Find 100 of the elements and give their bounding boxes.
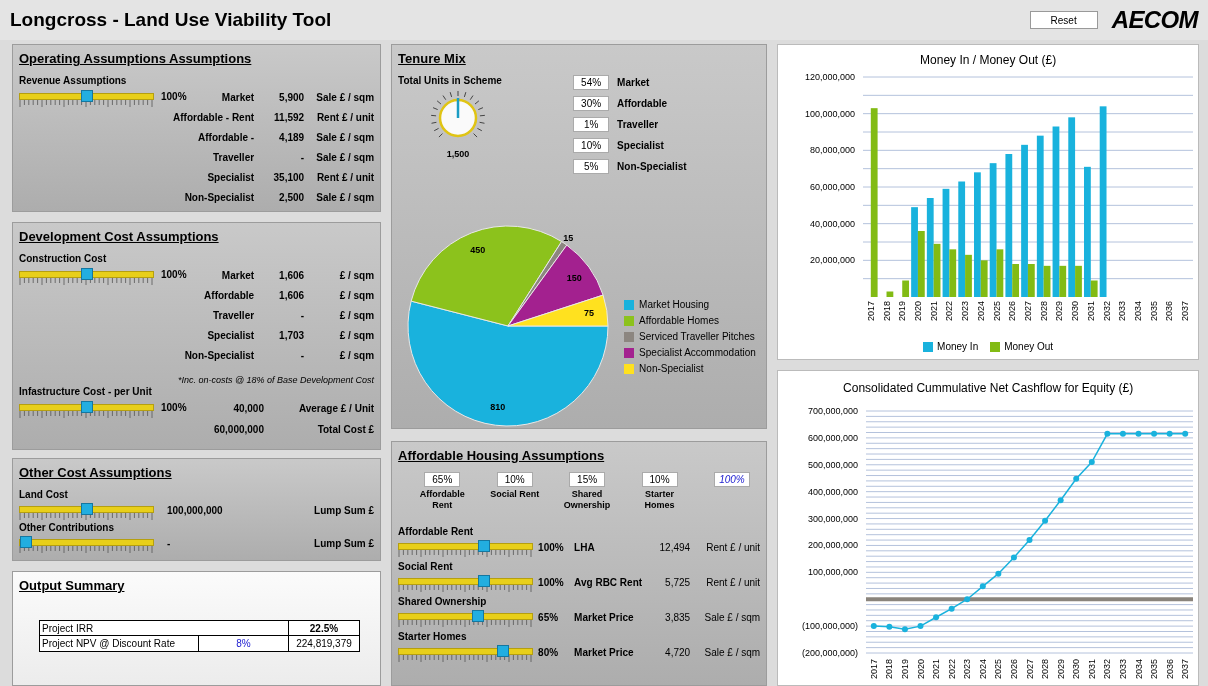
slider-track[interactable] (19, 403, 154, 411)
tick-label: 2028 (1040, 659, 1051, 680)
tick-label: 2019 (900, 659, 911, 680)
slider-track[interactable] (19, 505, 154, 513)
slider-reading: 100% (161, 89, 187, 104)
tick-label: 60,000,000 (810, 182, 856, 192)
row-label: Non-Specialist (184, 350, 255, 361)
value-field[interactable]: 5% (573, 158, 610, 174)
row-value: 3,835 (665, 612, 691, 623)
tick-label: 2026 (1009, 659, 1020, 680)
tick-label: 80,000,000 (810, 145, 856, 156)
data-point (1088, 459, 1095, 466)
row-value: 40,000 (233, 403, 264, 414)
data-point (1120, 430, 1127, 437)
value-field[interactable]: 15% (569, 471, 606, 487)
data-point (1135, 430, 1142, 437)
panel-title: Output Summary (19, 577, 126, 595)
value-field[interactable]: 65% (424, 471, 461, 487)
slider-track[interactable] (398, 577, 534, 585)
rate-field[interactable]: 8% (199, 635, 289, 651)
slider-reading: 100% (161, 267, 187, 282)
tick-label: 2020 (913, 301, 924, 322)
data-point (1104, 430, 1111, 437)
tick-label: 2036 (1164, 301, 1175, 322)
row-unit: Rent £ / unit (316, 172, 375, 183)
data-point (964, 596, 971, 603)
slider-track[interactable] (19, 538, 154, 546)
row-label: Market Price (574, 611, 635, 625)
legend-label: Affordable Homes (639, 314, 719, 328)
data-point (870, 623, 877, 630)
slider-reading: 65% (538, 611, 560, 625)
row-value: 100,000,000 (167, 505, 223, 516)
tick-label: 2030 (1070, 301, 1081, 322)
data-point (979, 583, 986, 590)
row-unit: Sale £ / sqm (316, 132, 375, 143)
legend-swatch (624, 347, 635, 358)
row-value: 2,500 (279, 192, 305, 203)
row-label: Market (221, 92, 255, 103)
row-value: 5,900 (279, 92, 305, 103)
legend-label: Non-Specialist (639, 362, 704, 376)
slider-track[interactable] (19, 92, 154, 100)
panel-title: Tenure Mix (398, 50, 467, 68)
tick-label: 2018 (884, 659, 895, 680)
row-label: Specialist (207, 330, 255, 341)
legend-label: Specialist Accommodation (639, 346, 756, 360)
slider-track[interactable] (19, 270, 154, 278)
slider-reading: 100% (538, 541, 565, 555)
value-field[interactable]: 10% (573, 137, 610, 153)
slider-thumb[interactable] (472, 609, 485, 622)
slider-thumb[interactable] (81, 400, 93, 413)
slider-thumb[interactable] (478, 574, 491, 587)
slider-track[interactable] (398, 647, 534, 655)
value-field[interactable]: 10% (641, 471, 678, 487)
bar (886, 291, 894, 297)
section-label: Social Rent (398, 559, 454, 574)
slider-thumb[interactable] (20, 535, 32, 548)
section-label: Starter Homes (398, 629, 468, 644)
tick-label: 2025 (993, 659, 1004, 680)
tick-label: 2037 (1180, 301, 1191, 322)
tick-label: 500,000,000 (808, 459, 859, 470)
slider-thumb[interactable] (496, 644, 509, 657)
data-point (1151, 430, 1158, 437)
slider-thumb[interactable] (478, 539, 491, 552)
tick-label: 40,000,000 (810, 218, 856, 229)
row-label: Market (221, 270, 255, 281)
value-field[interactable]: 100% (713, 471, 750, 487)
tick-label: 2030 (1071, 659, 1082, 680)
value-field[interactable]: 10% (496, 471, 533, 487)
row-unit: Rent £ / unit (316, 112, 375, 123)
row-value: 5,725 (665, 577, 691, 588)
tick-label: 300,000,000 (808, 513, 859, 524)
share-label: Market (617, 75, 650, 90)
row-unit: £ / sqm (339, 350, 375, 361)
tick-label: 2027 (1023, 301, 1034, 322)
value-field[interactable]: 1% (573, 116, 610, 132)
reset-button[interactable]: Reset (1029, 11, 1098, 29)
slider-track[interactable] (398, 612, 534, 620)
row-unit: £ / sqm (339, 330, 375, 341)
data-point (1057, 497, 1064, 504)
tick-label: 100,000,000 (808, 567, 859, 578)
tick-label: 2019 (897, 301, 908, 322)
slider-thumb[interactable] (81, 502, 93, 515)
value-field[interactable]: 30% (573, 95, 610, 111)
value-field[interactable]: 54% (573, 74, 610, 90)
slider-thumb[interactable] (81, 267, 93, 280)
section-label: Revenue Assumptions (19, 73, 128, 88)
tick-label: 2033 (1117, 301, 1128, 322)
slider-thumb[interactable] (81, 89, 93, 102)
row-value: 1,703 (279, 330, 305, 341)
slider-track[interactable] (398, 542, 534, 550)
slider-reading: 100% (161, 400, 187, 415)
data-point (917, 623, 924, 630)
row-value: 1,606 (279, 290, 305, 301)
row-label: Traveller (212, 310, 255, 321)
app-title: Longcross - Land Use Viability Tool (10, 7, 333, 32)
row-unit: Sale £ / sqm (316, 92, 375, 103)
row-label: Affordable - Rent (173, 112, 255, 123)
tick-label: 2035 (1148, 301, 1159, 322)
share-label: Social Rent (490, 488, 540, 500)
data-point (933, 614, 940, 621)
